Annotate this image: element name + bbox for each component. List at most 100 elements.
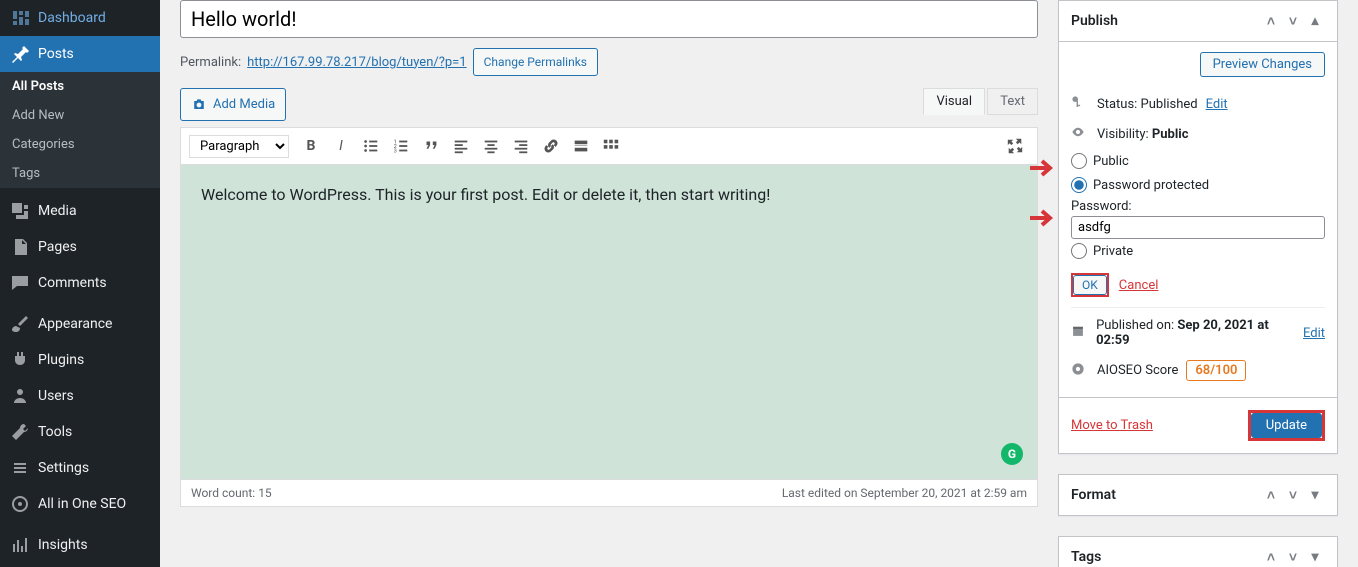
menu-aioseo[interactable]: All in One SEO: [0, 486, 160, 522]
tags-header[interactable]: Tags ˄˅▾: [1059, 537, 1337, 567]
visibility-password-radio[interactable]: [1071, 177, 1087, 193]
visibility-public-radio[interactable]: [1071, 153, 1087, 169]
panel-title: Tags: [1071, 549, 1101, 565]
menu-tools[interactable]: Tools: [0, 414, 160, 450]
publish-panel: Publish ˄ ˅ ▴ Preview Changes Status: Pu…: [1058, 0, 1338, 454]
menu-label: Users: [38, 388, 74, 404]
editor-content: Welcome to WordPress. This is your first…: [201, 185, 770, 204]
submenu-all-posts[interactable]: All Posts: [0, 72, 160, 101]
status-text: Status: Published: [1097, 97, 1198, 112]
publish-footer: Move to Trash Update: [1059, 397, 1337, 453]
menu-insights[interactable]: Insights: [0, 527, 160, 563]
submenu-tags[interactable]: Tags: [0, 159, 160, 188]
fullscreen-button[interactable]: [1001, 132, 1029, 160]
menu-label: Insights: [38, 537, 88, 553]
permalink-label: Permalink:: [180, 55, 241, 70]
align-center-button[interactable]: [477, 132, 505, 160]
menu-users[interactable]: Users: [0, 378, 160, 414]
change-permalinks-button[interactable]: Change Permalinks: [473, 48, 598, 76]
menu-settings[interactable]: Settings: [0, 450, 160, 486]
editor-tabs: Visual Text: [924, 88, 1038, 115]
editor-footer: Word count: 15 Last edited on September …: [181, 479, 1037, 506]
link-button[interactable]: [537, 132, 565, 160]
tab-text[interactable]: Text: [987, 88, 1038, 115]
submenu-posts: All Posts Add New Categories Tags: [0, 72, 160, 188]
brush-icon: [10, 314, 30, 334]
settings-icon: [10, 458, 30, 478]
ok-button-highlight: OK: [1071, 273, 1109, 297]
menu-posts[interactable]: Posts: [0, 36, 160, 72]
panel-down-icon[interactable]: ˅: [1283, 485, 1303, 505]
svg-text:3: 3: [394, 149, 397, 155]
tab-visual[interactable]: Visual: [923, 88, 985, 115]
menu-appearance[interactable]: Appearance: [0, 306, 160, 342]
camera-icon: [191, 97, 207, 113]
word-count: Word count: 15: [191, 486, 272, 500]
aioseo-score-badge: 68/100: [1186, 360, 1246, 381]
editor-body[interactable]: Welcome to WordPress. This is your first…: [181, 165, 1037, 479]
update-button[interactable]: Update: [1251, 413, 1322, 438]
format-header[interactable]: Format ˄˅▾: [1059, 475, 1337, 515]
visibility-private-radio[interactable]: [1071, 243, 1087, 259]
align-left-button[interactable]: [447, 132, 475, 160]
visibility-password-label: Password protected: [1093, 178, 1209, 193]
panel-title: Publish: [1071, 13, 1118, 29]
ul-button[interactable]: [357, 132, 385, 160]
last-edited: Last edited on September 20, 2021 at 2:5…: [782, 486, 1027, 500]
post-title-input[interactable]: [180, 0, 1038, 38]
panel-up-icon[interactable]: ˄: [1261, 547, 1281, 567]
menu-label: Settings: [38, 460, 89, 476]
italic-button[interactable]: I: [327, 132, 355, 160]
editor: Paragraph B I 123 Welcome to WordPress. …: [180, 127, 1038, 507]
panel-down-icon[interactable]: ˅: [1283, 11, 1303, 31]
menu-label: Tools: [38, 424, 72, 440]
aioseo-label: AIOSEO Score: [1097, 363, 1178, 378]
quote-button[interactable]: [417, 132, 445, 160]
menu-label: Comments: [38, 275, 107, 291]
panel-up-icon[interactable]: ˄: [1261, 11, 1281, 31]
bold-button[interactable]: B: [297, 132, 325, 160]
menu-plugins[interactable]: Plugins: [0, 342, 160, 378]
permalink-url[interactable]: http://167.99.78.217/blog/tuyen/?p=1: [247, 55, 466, 70]
password-input[interactable]: [1071, 216, 1325, 239]
visibility-public-label: Public: [1093, 154, 1129, 169]
menu-comments[interactable]: Comments: [0, 265, 160, 301]
panel-title: Format: [1071, 487, 1116, 503]
panel-up-icon[interactable]: ˄: [1261, 485, 1281, 505]
format-select[interactable]: Paragraph: [189, 135, 289, 158]
cancel-link[interactable]: Cancel: [1119, 278, 1159, 293]
panel-down-icon[interactable]: ˅: [1283, 547, 1303, 567]
main-area: Permalink: http://167.99.78.217/blog/tuy…: [160, 0, 1358, 567]
menu-label: Dashboard: [38, 10, 106, 26]
published-edit-link[interactable]: Edit: [1303, 326, 1325, 341]
pages-icon: [10, 237, 30, 257]
readmore-button[interactable]: [567, 132, 595, 160]
menu-label: Plugins: [38, 352, 84, 368]
toolbar-toggle-button[interactable]: [597, 132, 625, 160]
tools-icon: [10, 422, 30, 442]
permalink-row: Permalink: http://167.99.78.217/blog/tuy…: [180, 44, 1038, 88]
status-edit-link[interactable]: Edit: [1206, 97, 1228, 112]
ok-button[interactable]: OK: [1073, 275, 1107, 295]
submenu-categories[interactable]: Categories: [0, 130, 160, 159]
publish-body: Preview Changes Status: Published Edit V…: [1059, 42, 1337, 397]
grammarly-icon[interactable]: G: [1001, 443, 1023, 465]
add-media-button[interactable]: Add Media: [180, 88, 286, 121]
ol-button[interactable]: 123: [387, 132, 415, 160]
menu-dashboard[interactable]: Dashboard: [0, 0, 160, 36]
align-right-button[interactable]: [507, 132, 535, 160]
panel-toggle-icon[interactable]: ▴: [1305, 11, 1325, 31]
publish-header[interactable]: Publish ˄ ˅ ▴: [1059, 1, 1337, 42]
visibility-icon: [1071, 125, 1089, 143]
comments-icon: [10, 273, 30, 293]
preview-changes-button[interactable]: Preview Changes: [1200, 52, 1325, 77]
panel-toggle-icon[interactable]: ▾: [1305, 547, 1325, 567]
panel-toggle-icon[interactable]: ▾: [1305, 485, 1325, 505]
meta-panels: Publish ˄ ˅ ▴ Preview Changes Status: Pu…: [1058, 0, 1338, 567]
tags-panel: Tags ˄˅▾: [1058, 536, 1338, 567]
move-to-trash-link[interactable]: Move to Trash: [1071, 418, 1153, 433]
menu-pages[interactable]: Pages: [0, 229, 160, 265]
submenu-add-new[interactable]: Add New: [0, 101, 160, 130]
menu-media[interactable]: Media: [0, 193, 160, 229]
editor-column: Permalink: http://167.99.78.217/blog/tuy…: [180, 0, 1038, 567]
